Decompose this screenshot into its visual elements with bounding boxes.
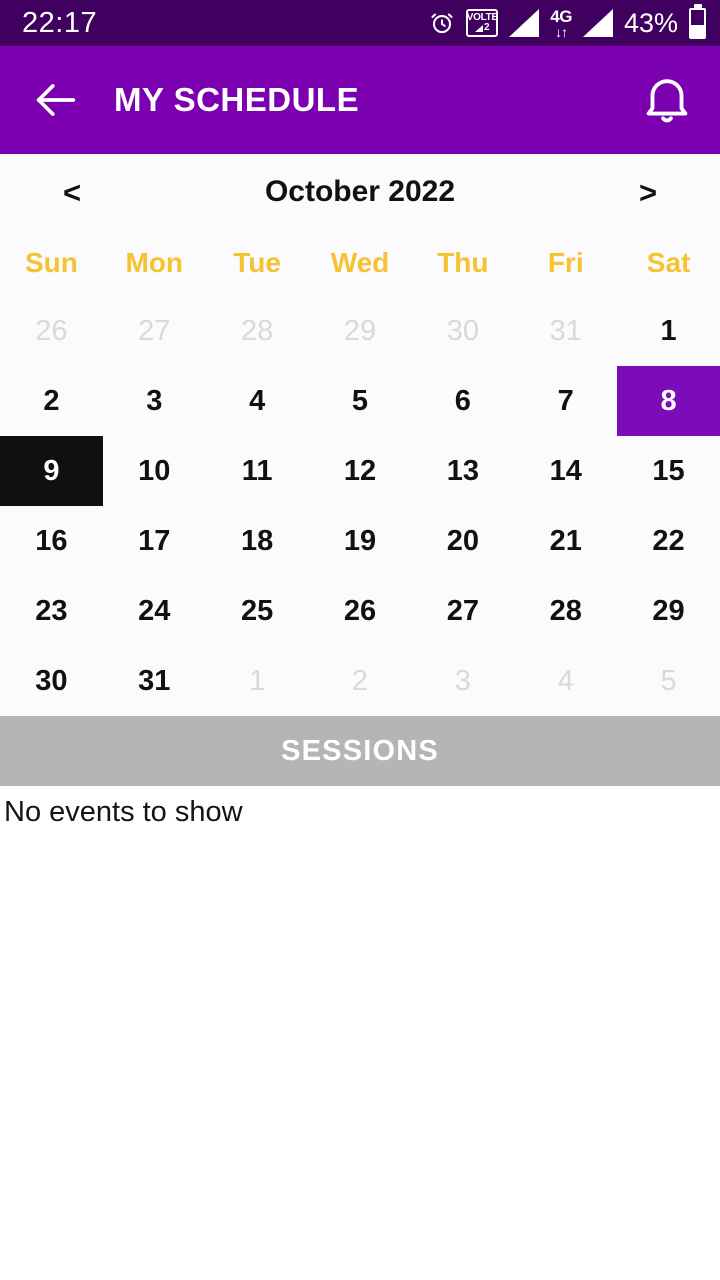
calendar-day-cell[interactable]: 20 <box>411 506 514 576</box>
day-of-week-sat: Sat <box>646 247 691 278</box>
calendar-day-cell[interactable]: 13 <box>411 436 514 506</box>
volte-icon: VOLTE 2 <box>466 9 499 37</box>
calendar-day-cell[interactable]: 31 <box>514 296 617 366</box>
signal-bars-icon <box>509 9 540 37</box>
calendar-day-cell[interactable]: 11 <box>206 436 309 506</box>
day-of-week-tue: Tue <box>233 247 281 278</box>
calendar-day-cell[interactable]: 9 <box>0 436 103 506</box>
calendar-day-cell[interactable]: 14 <box>514 436 617 506</box>
back-arrow-icon[interactable] <box>30 74 82 126</box>
day-of-week-sun: Sun <box>24 247 78 278</box>
calendar: < October 2022 > Sun Mon Tue Wed Thu Fri… <box>0 154 720 716</box>
4g-data-icon: 4G ↓↑ <box>550 8 572 39</box>
calendar-grid: 26 27 28 29 30 31 1 2 3 4 5 6 7 8 9 10 11 12 13 14 15 16 17 18 1… <box>0 296 720 716</box>
calendar-day-cell[interactable]: 3 <box>411 646 514 716</box>
calendar-day-cell[interactable]: 29 <box>309 296 412 366</box>
calendar-day-cell[interactable]: 22 <box>617 506 720 576</box>
next-month-button[interactable]: > <box>628 177 668 208</box>
calendar-day-cell[interactable]: 27 <box>411 576 514 646</box>
status-bar-icons: VOLTE 2 4G ↓↑ 43% <box>429 7 706 39</box>
calendar-day-cell[interactable]: 18 <box>206 506 309 576</box>
calendar-day-cell[interactable]: 19 <box>309 506 412 576</box>
volte-label: VOLTE <box>466 12 498 23</box>
battery-icon <box>689 7 706 39</box>
sessions-header-label: SESSIONS <box>281 734 439 767</box>
calendar-day-cell[interactable]: 21 <box>514 506 617 576</box>
calendar-day-cell[interactable]: 23 <box>0 576 103 646</box>
calendar-day-cell[interactable]: 1 <box>206 646 309 716</box>
app-bar: MY SCHEDULE <box>0 46 720 154</box>
calendar-week-row: 16 17 18 19 20 21 22 <box>0 506 720 576</box>
calendar-day-cell[interactable]: 29 <box>617 576 720 646</box>
day-of-week-thu: Thu <box>437 247 489 278</box>
calendar-day-cell[interactable]: 3 <box>103 366 206 436</box>
calendar-day-cell[interactable]: 28 <box>514 576 617 646</box>
schedule-screen: 22:17 VOLTE 2 4G ↓↑ 43% MY SCHEDULE < Oc… <box>0 0 720 1280</box>
calendar-day-cell[interactable]: 26 <box>309 576 412 646</box>
day-of-week-fri: Fri <box>547 247 584 278</box>
calendar-day-cell[interactable]: 27 <box>103 296 206 366</box>
calendar-week-row: 26 27 28 29 30 31 1 <box>0 296 720 366</box>
calendar-day-cell[interactable]: 16 <box>0 506 103 576</box>
current-month-label: October 2022 <box>264 175 456 208</box>
status-bar: 22:17 VOLTE 2 4G ↓↑ 43% <box>0 0 720 46</box>
calendar-day-cell[interactable]: 2 <box>309 646 412 716</box>
status-bar-clock: 22:17 <box>22 6 98 39</box>
calendar-day-cell[interactable]: 30 <box>411 296 514 366</box>
day-of-week-wed: Wed <box>330 247 390 278</box>
data-arrows-icon: ↓↑ <box>555 23 568 40</box>
network-type-label: 4G <box>550 6 572 26</box>
month-navigation: < October 2022 > <box>0 154 720 230</box>
calendar-day-cell[interactable]: 17 <box>103 506 206 576</box>
calendar-day-cell[interactable]: 10 <box>103 436 206 506</box>
day-of-week-mon: Mon <box>125 247 184 278</box>
calendar-day-cell[interactable]: 26 <box>0 296 103 366</box>
calendar-day-cell[interactable]: 4 <box>206 366 309 436</box>
calendar-day-cell[interactable]: 12 <box>309 436 412 506</box>
empty-state-message: No events to show <box>4 796 243 828</box>
calendar-day-cell[interactable]: 1 <box>617 296 720 366</box>
calendar-day-cell[interactable]: 28 <box>206 296 309 366</box>
calendar-day-cell[interactable]: 5 <box>617 646 720 716</box>
previous-month-button[interactable]: < <box>52 177 92 208</box>
sessions-header: SESSIONS <box>0 716 720 786</box>
calendar-day-cell[interactable]: 30 <box>0 646 103 716</box>
calendar-day-cell[interactable]: 6 <box>411 366 514 436</box>
calendar-week-row: 30 31 1 2 3 4 5 <box>0 646 720 716</box>
alarm-clock-icon <box>429 10 455 36</box>
calendar-day-cell[interactable]: 25 <box>206 576 309 646</box>
page-title: MY SCHEDULE <box>114 81 360 118</box>
calendar-week-row: 2345678 <box>0 366 720 436</box>
calendar-day-cell[interactable]: 2 <box>0 366 103 436</box>
volte-sim-number: 2 <box>483 22 490 33</box>
calendar-day-cell[interactable]: 24 <box>103 576 206 646</box>
signal-bars-icon-2 <box>582 9 613 37</box>
calendar-day-cell[interactable]: 4 <box>514 646 617 716</box>
calendar-day-cell[interactable]: 8 <box>617 366 720 436</box>
calendar-week-row: 23 24 25 26 27 28 29 <box>0 576 720 646</box>
calendar-day-cell[interactable]: 7 <box>514 366 617 436</box>
battery-percent-label: 43% <box>623 7 678 38</box>
calendar-week-row: 9 10 11 12 13 14 15 <box>0 436 720 506</box>
day-of-week-header: Sun Mon Tue Wed Thu Fri Sat <box>0 230 720 296</box>
sessions-list: No events to show <box>0 786 720 1280</box>
calendar-day-cell[interactable]: 31 <box>103 646 206 716</box>
bell-icon[interactable] <box>638 71 696 129</box>
calendar-day-cell[interactable]: 5 <box>309 366 412 436</box>
calendar-day-cell[interactable]: 15 <box>617 436 720 506</box>
